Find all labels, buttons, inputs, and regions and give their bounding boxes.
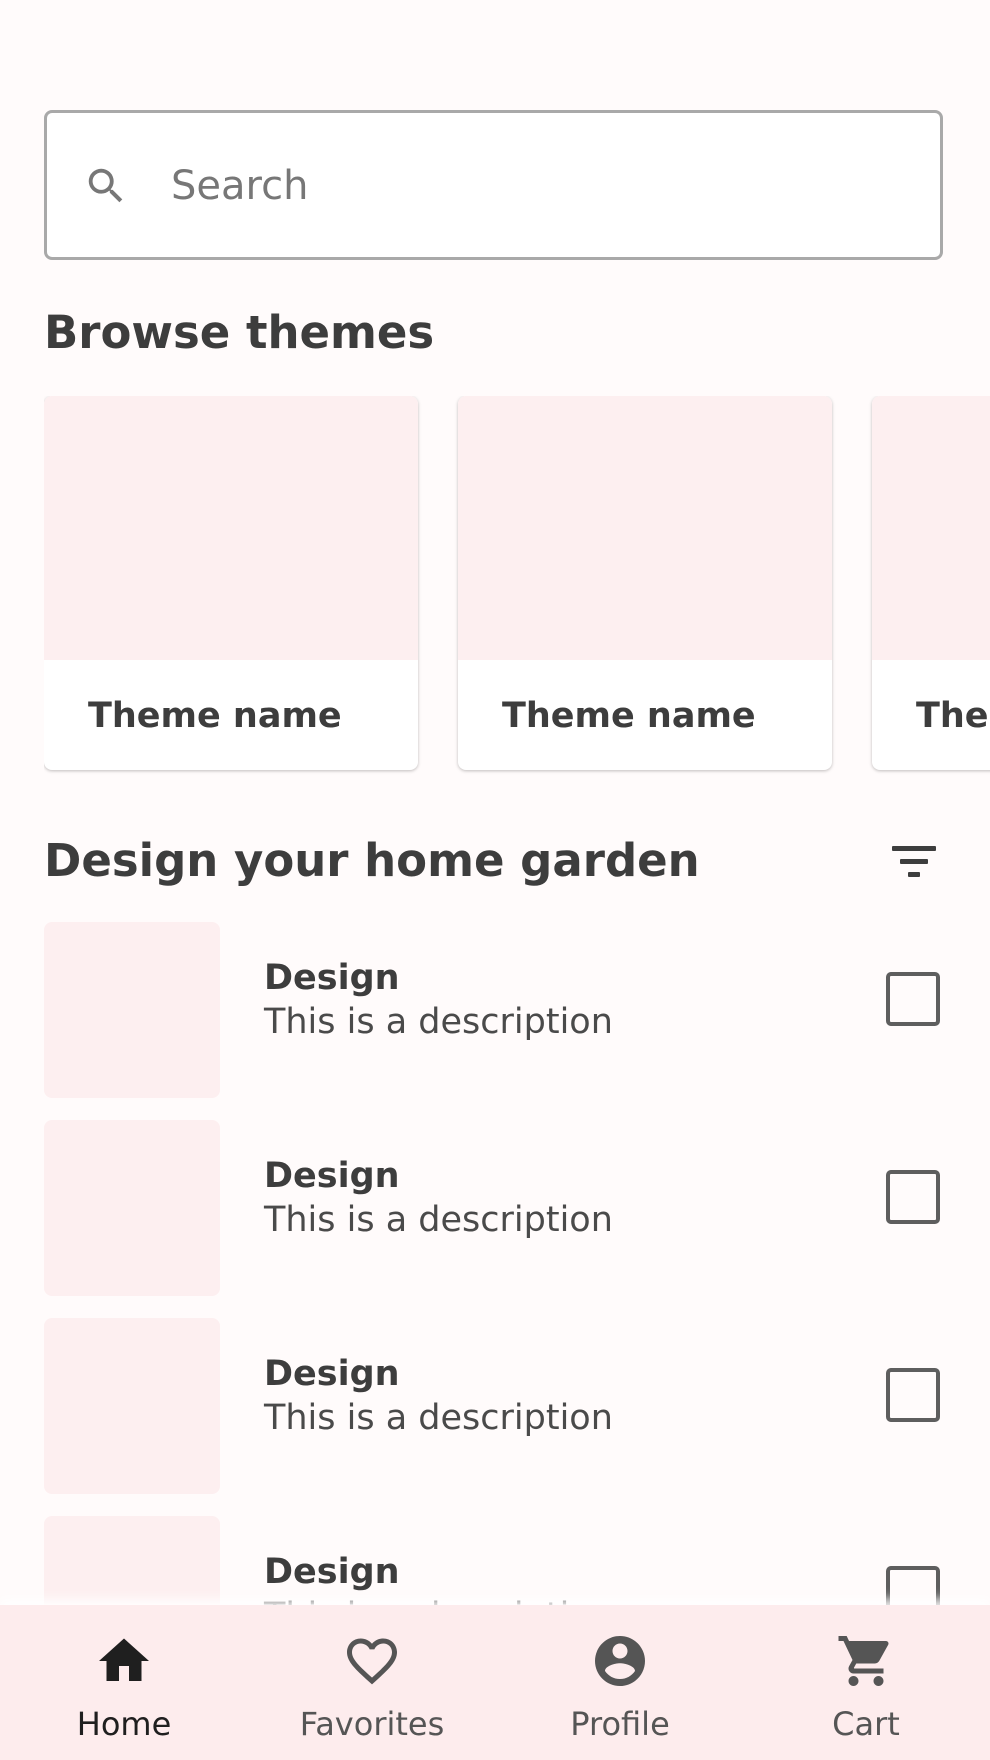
list-item[interactable]: Design This is a description [0,1318,990,1496]
nav-item-profile[interactable]: Profile [496,1605,744,1760]
nav-item-cart[interactable]: Cart [742,1605,990,1760]
browse-themes-title: Browse themes [44,306,435,359]
design-title: Design [264,1552,400,1592]
search-bar[interactable] [44,110,943,260]
nav-label-favorites: Favorites [299,1705,445,1743]
design-thumbnail [44,922,220,1098]
theme-image [872,396,990,660]
nav-item-home[interactable]: Home [0,1605,248,1760]
heart-icon [347,1638,397,1685]
themes-carousel[interactable]: Theme name Theme name Theme name [44,396,990,776]
design-description: This is a description [264,1200,613,1240]
app-screen: Browse themes Theme name Theme name Them… [0,0,990,1760]
design-title: Design [264,958,400,998]
design-description: This is a description [264,1398,613,1438]
design-checkbox[interactable] [886,972,940,1026]
nav-label-profile: Profile [570,1705,670,1743]
design-thumbnail [44,1318,220,1494]
list-item[interactable]: Design This is a description [0,922,990,1100]
theme-image [458,396,832,660]
account-circle-icon [595,1636,645,1686]
design-description: This is a description [264,1002,613,1042]
cart-icon [838,1636,889,1686]
theme-name: Theme name [502,696,756,736]
search-input[interactable] [171,143,891,229]
theme-card[interactable]: Theme name [458,396,832,770]
garden-section-title: Design your home garden [44,834,700,887]
search-icon [88,168,123,203]
nav-label-cart: Cart [832,1705,900,1743]
theme-name: Theme name [88,696,342,736]
home-icon [99,1638,149,1681]
theme-card[interactable]: Theme name [44,396,418,770]
list-item[interactable]: Design This is a description [0,1120,990,1298]
design-title: Design [264,1354,400,1394]
theme-name: Theme name [916,696,990,736]
design-title: Design [264,1156,400,1196]
filter-icon[interactable] [884,838,944,886]
nav-label-home: Home [76,1705,172,1743]
bottom-navigation: Home Favorites Profile Cart [0,1605,990,1760]
theme-image [44,396,418,660]
design-thumbnail [44,1120,220,1296]
design-checkbox[interactable] [886,1170,940,1224]
design-checkbox[interactable] [886,1368,940,1422]
theme-card[interactable]: Theme name [872,396,990,770]
nav-item-favorites[interactable]: Favorites [248,1605,496,1760]
